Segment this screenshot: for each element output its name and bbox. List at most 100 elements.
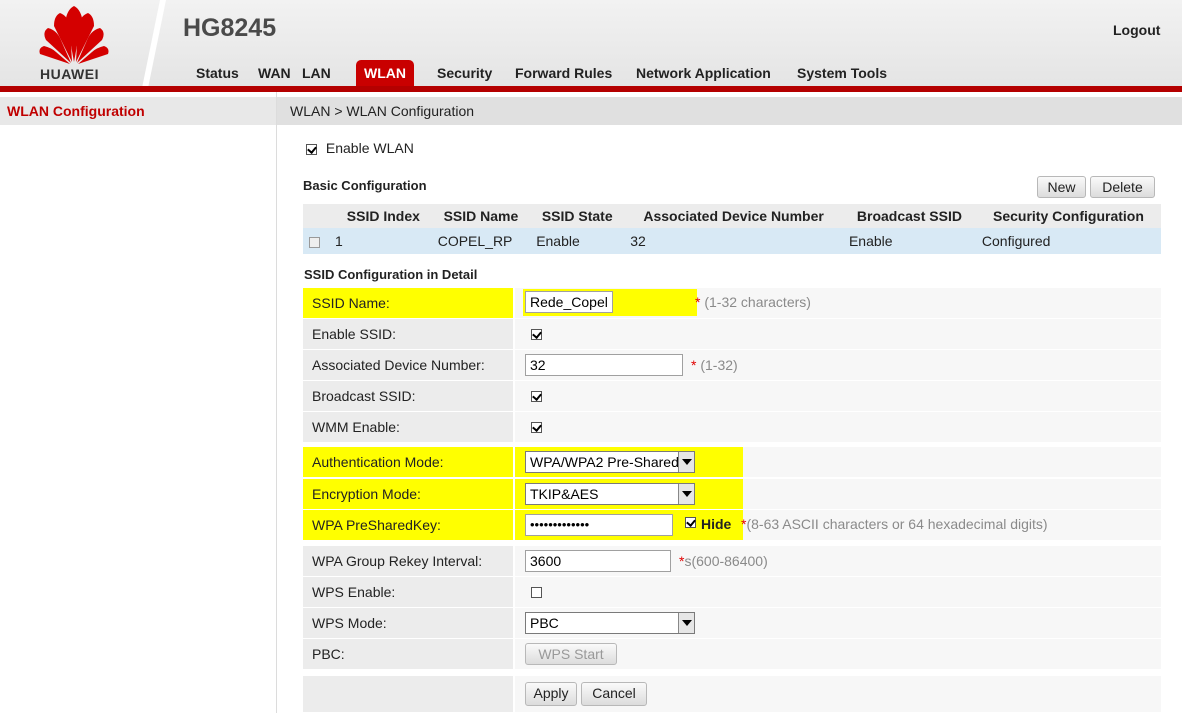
chevron-down-icon[interactable] xyxy=(678,452,694,472)
wps-mode-row: WPS Mode: PBC xyxy=(303,608,1161,639)
assoc-devices-value-cell: 32 * (1-32) xyxy=(515,350,1161,380)
assoc-devices-row: Associated Device Number: 32 * (1-32) xyxy=(303,350,1161,381)
cell-security-configuration: Configured xyxy=(975,228,1161,254)
table-row[interactable]: 1 COPEL_RP Enable 32 Enable Configured xyxy=(303,228,1161,254)
cell-ssid-name: COPEL_RP xyxy=(431,228,531,254)
nav-status[interactable]: Status xyxy=(196,60,239,86)
pbc-row: PBC: WPS Start xyxy=(303,639,1161,670)
auth-mode-select[interactable]: WPA/WPA2 Pre-Shared xyxy=(525,451,695,473)
assoc-devices-input[interactable]: 32 xyxy=(525,354,683,376)
broadcast-ssid-label: Broadcast SSID: xyxy=(303,381,513,411)
delete-button[interactable]: Delete xyxy=(1090,176,1155,198)
ssid-name-hint: * (1-32 characters) xyxy=(695,294,811,310)
psk-hint-text: (8-63 ASCII characters or 64 hexadecimal… xyxy=(746,516,1048,532)
required-star: * xyxy=(691,357,697,373)
broadcast-ssid-checkbox[interactable] xyxy=(531,391,542,402)
nav-wan[interactable]: WAN xyxy=(258,60,291,86)
cell-associated-devices: 32 xyxy=(624,228,843,254)
wmm-enable-label: WMM Enable: xyxy=(303,412,513,442)
psk-value-cell: ••••••••••••• Hide *(8-63 ASCII characte… xyxy=(515,510,1161,540)
hide-psk-label: Hide xyxy=(701,516,732,532)
column-header-select xyxy=(303,204,335,228)
enc-mode-select[interactable]: TKIP&AES xyxy=(525,483,695,505)
ssid-name-input[interactable]: Rede_Copel xyxy=(525,291,613,313)
wps-enable-label: WPS Enable: xyxy=(303,577,513,607)
wmm-enable-checkbox[interactable] xyxy=(531,422,542,433)
wps-mode-selected-value: PBC xyxy=(530,615,559,631)
row-select-checkbox[interactable] xyxy=(309,236,320,248)
psk-hint: *(8-63 ASCII characters or 64 hexadecima… xyxy=(741,516,1048,532)
wmm-enable-row: WMM Enable: xyxy=(303,412,1161,443)
rekey-row: WPA Group Rekey Interval: 3600 *s(600-86… xyxy=(303,546,1161,577)
nav-network-application[interactable]: Network Application xyxy=(636,60,771,86)
actions-value-cell: Apply Cancel xyxy=(515,676,1161,712)
psk-label: WPA PreSharedKey: xyxy=(303,510,513,540)
wps-start-button[interactable]: WPS Start xyxy=(525,643,617,665)
chevron-down-icon[interactable] xyxy=(678,613,694,633)
rekey-label: WPA Group Rekey Interval: xyxy=(303,546,513,576)
row-select-cell xyxy=(303,228,335,254)
header-bar: HUAWEI HG8245 Logout Status WAN LAN WLAN… xyxy=(0,0,1182,88)
wmm-enable-value-cell xyxy=(515,412,1161,442)
wps-mode-select[interactable]: PBC xyxy=(525,612,695,634)
nav-system-tools[interactable]: System Tools xyxy=(797,60,887,86)
enable-ssid-value-cell xyxy=(515,319,1161,349)
enable-wlan-row: Enable WLAN xyxy=(306,140,414,156)
assoc-devices-label: Associated Device Number: xyxy=(303,350,513,380)
column-header-ssid-index: SSID Index xyxy=(335,204,432,228)
broadcast-ssid-row: Broadcast SSID: xyxy=(303,381,1161,412)
ssid-name-value-cell: Rede_Copel * (1-32 characters) xyxy=(515,288,1161,318)
ssid-name-row: SSID Name: Rede_Copel * (1-32 characters… xyxy=(303,288,1161,319)
enc-mode-row: Encryption Mode: TKIP&AES xyxy=(303,479,1161,510)
auth-mode-row: Authentication Mode: WPA/WPA2 Pre-Shared xyxy=(303,447,1161,478)
enc-mode-label: Encryption Mode: xyxy=(303,479,513,509)
ssid-detail-title: SSID Configuration in Detail xyxy=(304,267,478,282)
wps-mode-value-cell: PBC xyxy=(515,608,1161,638)
wps-enable-value-cell xyxy=(515,577,1161,607)
sidebar: WLAN Configuration xyxy=(0,92,277,713)
basic-config-title: Basic Configuration xyxy=(303,178,427,193)
nav-wlan[interactable]: WLAN xyxy=(356,60,414,86)
nav-forward-rules[interactable]: Forward Rules xyxy=(515,60,612,86)
broadcast-ssid-value-cell xyxy=(515,381,1161,411)
column-header-ssid-name: SSID Name xyxy=(431,204,531,228)
enable-ssid-row: Enable SSID: xyxy=(303,319,1161,350)
cancel-button[interactable]: Cancel xyxy=(581,682,647,706)
column-header-broadcast-ssid: Broadcast SSID xyxy=(842,204,976,228)
brand-name: HUAWEI xyxy=(40,66,99,82)
rekey-hint: *s(600-86400) xyxy=(679,553,768,569)
new-button[interactable]: New xyxy=(1037,176,1086,198)
column-header-security-configuration: Security Configuration xyxy=(975,204,1161,228)
wps-enable-checkbox[interactable] xyxy=(531,587,542,598)
nav-lan[interactable]: LAN xyxy=(302,60,331,86)
breadcrumb: WLAN > WLAN Configuration xyxy=(277,97,1182,125)
enc-mode-value-cell: TKIP&AES xyxy=(515,479,1161,509)
rekey-input[interactable]: 3600 xyxy=(525,550,671,572)
nav-security[interactable]: Security xyxy=(437,60,492,86)
sidebar-item-wlan-configuration[interactable]: WLAN Configuration xyxy=(0,97,276,125)
required-star: * xyxy=(695,294,701,310)
actions-row: Apply Cancel xyxy=(303,676,1161,713)
rekey-hint-text: s(600-86400) xyxy=(684,553,768,569)
device-model: HG8245 xyxy=(183,14,277,42)
cell-ssid-index: 1 xyxy=(335,228,432,254)
table-header-row: SSID Index SSID Name SSID State Associat… xyxy=(303,204,1161,228)
chevron-down-icon[interactable] xyxy=(678,484,694,504)
wps-mode-label: WPS Mode: xyxy=(303,608,513,638)
column-header-associated-device-number: Associated Device Number xyxy=(624,204,843,228)
cell-ssid-state: Enable xyxy=(530,228,625,254)
header-divider xyxy=(142,0,166,88)
logout-link[interactable]: Logout xyxy=(1113,22,1160,38)
pbc-value-cell: WPS Start xyxy=(515,639,1161,669)
ssid-table: SSID Index SSID Name SSID State Associat… xyxy=(303,204,1161,254)
apply-button[interactable]: Apply xyxy=(525,682,577,706)
enable-ssid-checkbox[interactable] xyxy=(531,329,542,340)
auth-mode-value-cell: WPA/WPA2 Pre-Shared xyxy=(515,447,1161,477)
enable-wlan-checkbox[interactable] xyxy=(306,143,317,155)
psk-input[interactable]: ••••••••••••• xyxy=(525,514,673,536)
huawei-flower-icon xyxy=(39,6,109,64)
auth-mode-label: Authentication Mode: xyxy=(303,447,513,477)
hide-psk-checkbox[interactable] xyxy=(685,517,696,528)
ssid-name-label: SSID Name: xyxy=(303,288,513,318)
actions-label-cell xyxy=(303,676,513,712)
